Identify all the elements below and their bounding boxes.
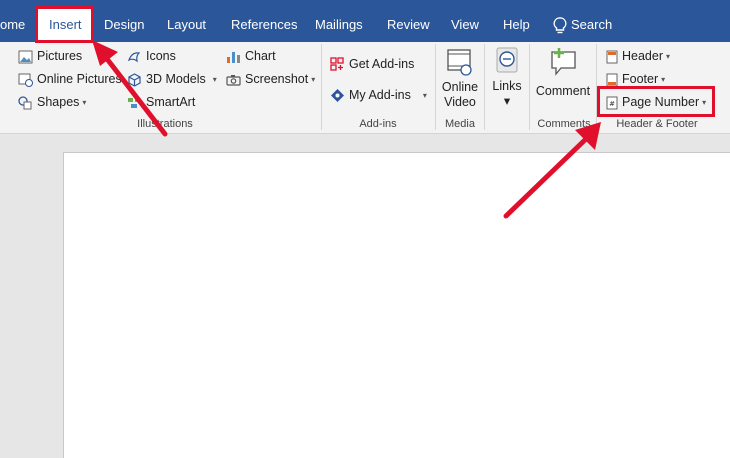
arrow-to-insert-line bbox=[101, 52, 168, 137]
arrow-to-page-number-line bbox=[503, 134, 591, 219]
annotation-arrows bbox=[92, 40, 601, 219]
arrow-to-insert-head bbox=[92, 40, 118, 66]
